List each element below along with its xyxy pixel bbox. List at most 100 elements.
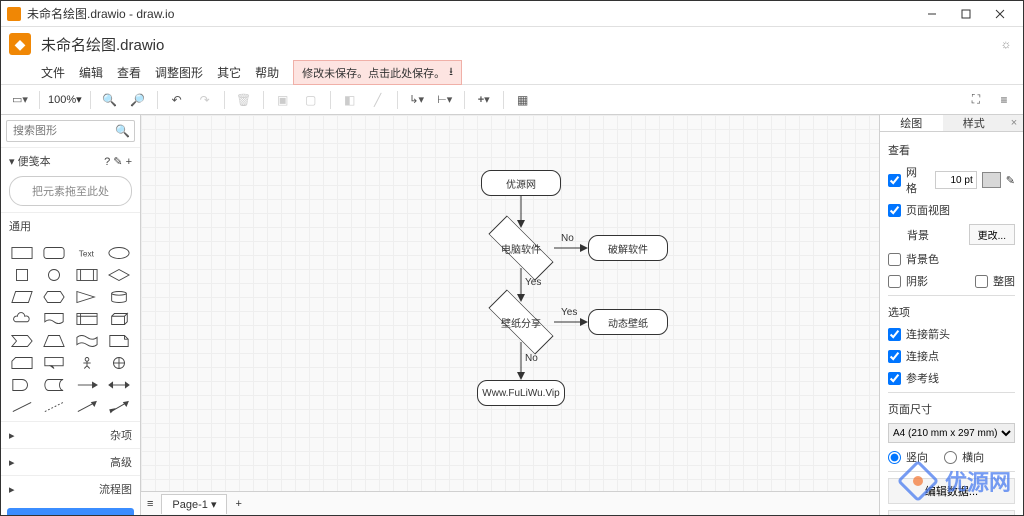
filename[interactable]: 未命名绘图.drawio [41,34,164,55]
add-icon[interactable]: + [126,156,132,168]
node-start[interactable]: 优源网 [481,170,561,196]
node-result-1[interactable]: 破解软件 [588,235,668,261]
scratchpad-header[interactable]: ▾ 便笺本 ? ✎ + [1,147,140,174]
grid-size-input[interactable] [935,171,977,189]
close-panel-icon[interactable]: × [1005,115,1023,131]
menu-extras[interactable]: 其它 [217,64,241,81]
fullscreen-checkbox[interactable] [975,275,988,288]
portrait-radio[interactable] [888,451,901,464]
waypoint-dropdown[interactable]: ⊢▾ [434,89,456,111]
menu-file[interactable]: 文件 [41,64,65,81]
node-decision-1[interactable]: 电脑软件 [488,227,554,269]
shape-ellipse[interactable] [104,243,134,263]
bgcolor-checkbox[interactable] [888,253,901,266]
search-icon[interactable]: 🔍 [115,124,130,138]
shape-arrow[interactable] [72,375,102,395]
zoom-in-icon[interactable]: 🔍 [99,89,121,111]
fullscreen-icon[interactable]: ⛶ [965,89,987,111]
grid-color-swatch[interactable] [982,172,1001,188]
grid-pencil-icon[interactable]: ✎ [1006,174,1015,187]
menu-view[interactable]: 查看 [117,64,141,81]
edit-icon[interactable]: ✎ [113,156,122,168]
shape-step[interactable] [7,331,37,351]
shape-and[interactable] [7,375,37,395]
node-end[interactable]: Www.FuLiWu.Vip [477,380,565,406]
shape-note[interactable] [104,331,134,351]
shape-internal[interactable] [72,309,102,329]
shape-linebiarrow[interactable] [104,397,134,417]
shape-diamond[interactable] [104,265,134,285]
help-icon[interactable]: ? [104,156,110,168]
to-back-icon[interactable]: ▢ [300,89,322,111]
redo-icon[interactable]: ↷ [194,89,216,111]
pages-menu-icon[interactable]: ≡ [147,498,153,510]
menu-arrange[interactable]: 调整图形 [155,64,203,81]
minimize-button[interactable] [915,1,949,27]
shape-parallelogram[interactable] [7,287,37,307]
shape-cube[interactable] [104,309,134,329]
line-color-icon[interactable]: ╱ [367,89,389,111]
flowchart-header[interactable]: ▸ 流程图 [1,475,140,502]
clear-style-button[interactable]: 清除默认风格 [888,510,1015,515]
shape-circle[interactable] [39,265,69,285]
add-page-button[interactable]: + [235,498,241,510]
canvas[interactable]: 优源网 电脑软件 No 破解软件 Yes 壁纸分享 Yes 动态壁纸 No Ww… [141,115,879,491]
pageview-checkbox[interactable] [888,204,901,217]
menu-help[interactable]: 帮助 [255,64,279,81]
maximize-button[interactable] [949,1,983,27]
shape-tape[interactable] [72,331,102,351]
format-panel-icon[interactable]: ≡ [993,89,1015,111]
advanced-header[interactable]: ▸ 高级 [1,448,140,475]
shadow-checkbox[interactable] [888,275,901,288]
guides-checkbox[interactable] [888,372,901,385]
page-tab-1[interactable]: Page-1 ▾ [161,494,227,514]
menu-edit[interactable]: 编辑 [79,64,103,81]
shape-actor[interactable] [72,353,102,373]
zoom-dropdown[interactable]: 100% ▾ [48,93,82,106]
shape-dashed[interactable] [39,397,69,417]
shape-trapezoid[interactable] [39,331,69,351]
paper-size-select[interactable]: A4 (210 mm x 297 mm) [888,423,1015,443]
change-bg-button[interactable]: 更改... [969,224,1015,245]
misc-header[interactable]: ▸ 杂项 [1,421,140,448]
shape-linearrow[interactable] [72,397,102,417]
node-result-2[interactable]: 动态壁纸 [588,309,668,335]
tab-diagram[interactable]: 绘图 [880,115,943,131]
shape-biarrow[interactable] [104,375,134,395]
conn-points-checkbox[interactable] [888,350,901,363]
close-button[interactable] [983,1,1017,27]
to-front-icon[interactable]: ▣ [272,89,294,111]
edit-data-button[interactable]: 编辑数据... [888,478,1015,504]
view-menu-button[interactable]: ▭▾ [9,89,31,111]
unsaved-notice[interactable]: 修改未保存。点击此处保存。⭳ [293,60,462,85]
landscape-radio[interactable] [944,451,957,464]
shape-text[interactable]: Text [72,243,102,263]
zoom-out-icon[interactable]: 🔎 [127,89,149,111]
shape-triangle[interactable] [72,287,102,307]
shape-square[interactable] [7,265,37,285]
general-header[interactable]: 通用 [1,212,140,239]
shape-card[interactable] [7,353,37,373]
grid-checkbox[interactable] [888,174,901,187]
fill-color-icon[interactable]: ◧ [339,89,361,111]
shape-or[interactable] [104,353,134,373]
shape-line[interactable] [7,397,37,417]
shape-rect[interactable] [7,243,37,263]
shape-rounded[interactable] [39,243,69,263]
connection-dropdown[interactable]: ↳▾ [406,89,428,111]
tab-style[interactable]: 样式 [943,115,1006,131]
more-shapes-button[interactable]: + 更多图形 [7,508,134,515]
shape-cloud[interactable] [7,309,37,329]
node-decision-2[interactable]: 壁纸分享 [488,301,554,343]
scratchpad-drop[interactable]: 把元素拖至此处 [9,176,132,206]
shape-hexagon[interactable] [39,287,69,307]
delete-icon[interactable]: 🗑 [233,89,255,111]
theme-toggle-icon[interactable]: ☼ [997,35,1015,53]
shape-callout[interactable] [39,353,69,373]
shape-process[interactable] [72,265,102,285]
shape-datastore[interactable] [39,375,69,395]
table-icon[interactable]: ▦ [512,89,534,111]
undo-icon[interactable]: ↶ [166,89,188,111]
insert-dropdown[interactable]: +▾ [473,89,495,111]
shape-document[interactable] [39,309,69,329]
